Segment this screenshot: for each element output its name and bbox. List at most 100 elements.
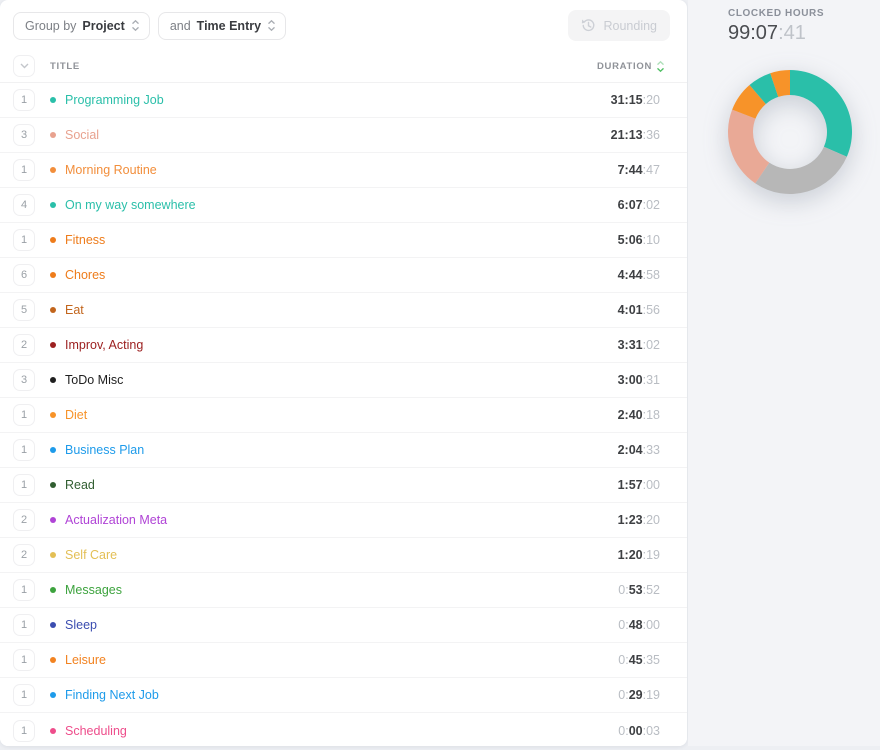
project-color-dot [50,237,56,243]
duration-dim-end: :02 [642,198,660,212]
project-color-dot [50,132,56,138]
row-duration: 21:13:36 [611,128,660,142]
donut-segment [790,70,853,157]
project-color-dot [50,517,56,523]
table-row[interactable]: 1 Diet 2:40:18 [0,398,687,433]
table-row[interactable]: 1 Morning Routine 7:44:47 [0,153,687,188]
project-color-dot [50,97,56,103]
project-color-dot [50,167,56,173]
row-duration: 0:29:19 [618,688,660,702]
duration-dim-end: :20 [642,513,660,527]
table-row[interactable]: 1 Leisure 0:45:35 [0,643,687,678]
project-title: Actualization Meta [65,513,168,527]
project-title: Leisure [65,653,106,667]
row-duration: 0:00:03 [618,724,660,738]
project-color-dot [50,307,56,313]
clocked-hours-main: 99:07 [728,22,779,44]
row-duration: 1:23:20 [618,513,660,527]
row-entry-count: 5 [13,299,35,321]
table-row[interactable]: 1 Finding Next Job 0:29:19 [0,678,687,713]
row-entry-count: 1 [13,89,35,111]
table-row[interactable]: 1 Fitness 5:06:10 [0,223,687,258]
project-color-dot [50,552,56,558]
duration-bold: 31:15 [610,93,643,107]
table-row[interactable]: 3 ToDo Misc 3:00:31 [0,363,687,398]
row-duration: 3:00:31 [618,373,660,387]
project-color-dot [50,272,56,278]
duration-dim-end: :00 [642,478,660,492]
project-title: Business Plan [65,443,145,457]
project-title: Finding Next Job [65,688,159,702]
project-title: Read [65,478,95,492]
row-entry-count: 2 [13,334,35,356]
project-title: Scheduling [65,723,127,738]
rounding-button[interactable]: Rounding [568,10,670,41]
row-duration: 3:31:02 [618,338,660,352]
row-entry-count: 6 [13,264,35,286]
row-entry-count: 1 [13,614,35,636]
table-row[interactable]: 2 Improv, Acting 3:31:02 [0,328,687,363]
row-duration: 2:40:18 [618,408,660,422]
table-body: 1 Programming Job 31:15:20 3 Social 21:1… [0,83,687,746]
table-row[interactable]: 1 Sleep 0:48:00 [0,608,687,643]
row-entry-count: 1 [13,229,35,251]
duration-bold: 1:23 [617,513,643,527]
and-group-label: and [169,18,191,33]
and-group-dropdown[interactable]: and Time Entry [157,11,287,40]
project-title: Chores [65,268,106,282]
and-group-value: Time Entry [196,18,262,33]
row-entry-count: 1 [13,649,35,671]
row-duration: 1:57:00 [618,478,660,492]
table-row[interactable]: 4 On my way somewhere 6:07:02 [0,188,687,223]
duration-header-label: DURATION [596,60,652,72]
duration-dim-start: 0: [618,723,629,738]
project-color-dot [50,657,56,663]
row-duration: 0:45:35 [618,653,660,667]
row-duration: 1:20:19 [618,548,660,562]
row-entry-count: 2 [13,544,35,566]
table-row[interactable]: 6 Chores 4:44:58 [0,258,687,293]
row-duration: 4:01:56 [618,303,660,317]
group-by-dropdown[interactable]: Group by Project [13,11,150,40]
table-row[interactable]: 3 Social 21:13:36 [0,118,687,153]
project-title: Fitness [65,233,106,247]
duration-dim-end: :58 [642,268,660,282]
row-entry-count: 1 [13,159,35,181]
table-row[interactable]: 1 Messages 0:53:52 [0,573,687,608]
project-title: Diet [65,408,88,422]
duration-bold: 2:04 [617,443,643,457]
project-color-dot [50,727,56,734]
rounding-history-icon [581,18,596,33]
duration-bold: 3:31 [617,338,643,352]
row-duration: 5:06:10 [618,233,660,247]
table-row[interactable]: 1 Scheduling 0:00:03 [0,713,687,746]
row-entry-count: 1 [13,404,35,426]
table-row[interactable]: 1 Read 1:57:00 [0,468,687,503]
duration-dim-end: :52 [642,583,660,597]
project-title: Programming Job [65,93,164,107]
duration-bold: 7:44 [617,163,643,177]
row-duration: 0:53:52 [618,583,660,597]
column-header-duration[interactable]: DURATION [597,60,665,73]
duration-dim-start: 0: [618,688,629,702]
project-color-dot [50,587,56,593]
clocked-hours-value: 99:07:41 [728,22,880,45]
duration-dim-end: :03 [642,723,660,738]
table-row[interactable]: 5 Eat 4:01:56 [0,293,687,328]
select-all-toggle[interactable] [13,55,35,77]
duration-bold: 3:00 [617,373,643,387]
row-duration: 0:48:00 [618,618,660,632]
duration-bold: 29 [628,688,643,702]
duration-bold: 45 [628,653,643,667]
duration-bold: 1:57 [617,478,643,492]
project-title: On my way somewhere [65,198,196,212]
duration-bold: 00 [628,723,643,738]
table-row[interactable]: 2 Actualization Meta 1:23:20 [0,503,687,538]
table-row[interactable]: 1 Programming Job 31:15:20 [0,83,687,118]
table-row[interactable]: 2 Self Care 1:20:19 [0,538,687,573]
duration-dim-start: 0: [618,653,629,667]
row-duration: 7:44:47 [618,163,660,177]
clocked-hours-seconds: :41 [778,22,806,44]
table-row[interactable]: 1 Business Plan 2:04:33 [0,433,687,468]
report-table-card: Group by Project and Time Entry Rounding… [0,0,687,746]
